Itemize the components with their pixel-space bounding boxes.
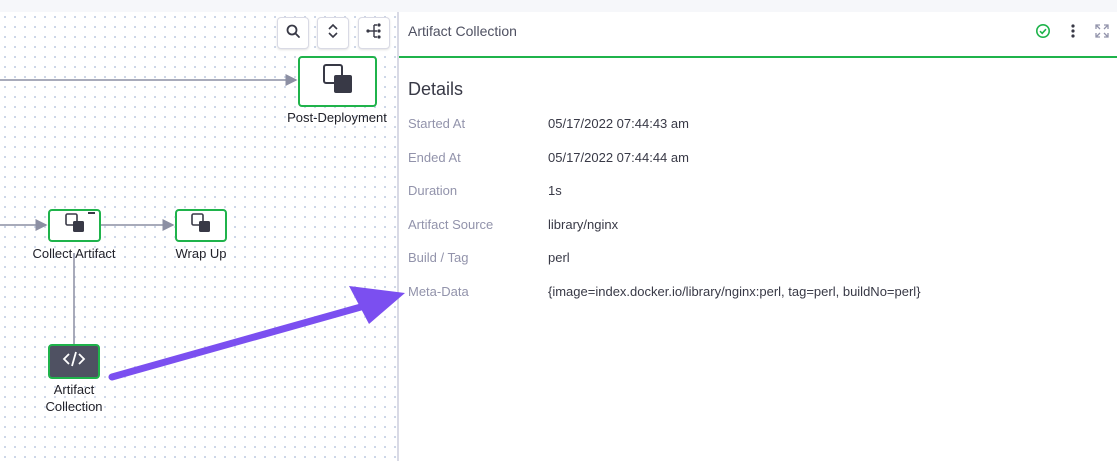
collapse-icon[interactable] <box>88 212 95 214</box>
wrap-up-node[interactable] <box>175 209 227 242</box>
section-title: Details <box>408 79 464 99</box>
collect-artifact-node[interactable] <box>48 209 101 242</box>
detail-value: 05/17/2022 07:44:44 am <box>548 150 689 165</box>
detail-value: 1s <box>548 183 562 198</box>
detail-label: Duration <box>408 183 458 198</box>
detail-value: library/nginx <box>548 217 619 232</box>
detail-label: Ended At <box>408 150 461 165</box>
graph-layout-button[interactable] <box>358 17 390 49</box>
maximize-icon[interactable] <box>1093 22 1111 40</box>
post-deployment-label: Post-Deployment <box>287 110 387 125</box>
detail-value: 05/17/2022 07:44:43 am <box>548 116 689 131</box>
detail-row-started-at: Started At 05/17/2022 07:44:43 am <box>408 116 1108 136</box>
phase-icon <box>322 63 354 100</box>
success-status-icon <box>1034 22 1052 40</box>
collect-artifact-label: Collect Artifact <box>32 246 116 261</box>
search-icon <box>285 23 301 44</box>
detail-row-meta-data: Meta-Data {image=index.docker.io/library… <box>408 284 1108 304</box>
panel-title: Artifact Collection <box>408 23 517 39</box>
phase-icon <box>64 213 85 238</box>
artifact-collection-label: Artifact Collection <box>45 382 103 414</box>
detail-label: Build / Tag <box>408 250 469 265</box>
wrap-up-label: Wrap Up <box>175 246 227 261</box>
detail-label: Started At <box>408 116 466 131</box>
code-icon <box>62 350 86 373</box>
panel-header: Artifact Collection <box>399 12 1117 58</box>
phase-icon <box>191 213 211 238</box>
graph-layout-icon <box>365 22 383 45</box>
search-button[interactable] <box>277 17 309 49</box>
detail-label: Artifact Source <box>408 217 494 232</box>
detail-row-duration: Duration 1s <box>408 183 1108 203</box>
detail-value: {image=index.docker.io/library/nginx:per… <box>548 284 921 299</box>
more-options-icon[interactable] <box>1064 22 1082 40</box>
post-deployment-node[interactable] <box>298 56 377 107</box>
details-panel: Artifact Collection Details Started At 0… <box>399 12 1117 461</box>
detail-value: perl <box>548 250 570 265</box>
detail-row-artifact-source: Artifact Source library/nginx <box>408 217 1108 237</box>
detail-row-build-tag: Build / Tag perl <box>408 250 1108 270</box>
artifact-collection-node[interactable] <box>48 344 100 379</box>
expand-collapse-icon <box>326 23 340 44</box>
workflow-canvas[interactable]: Post-Deployment Collect Artifact Wrap Up… <box>0 12 397 461</box>
expand-collapse-button[interactable] <box>317 17 349 49</box>
top-strip <box>0 0 1117 12</box>
detail-row-ended-at: Ended At 05/17/2022 07:44:44 am <box>408 150 1108 170</box>
detail-label: Meta-Data <box>408 284 469 299</box>
